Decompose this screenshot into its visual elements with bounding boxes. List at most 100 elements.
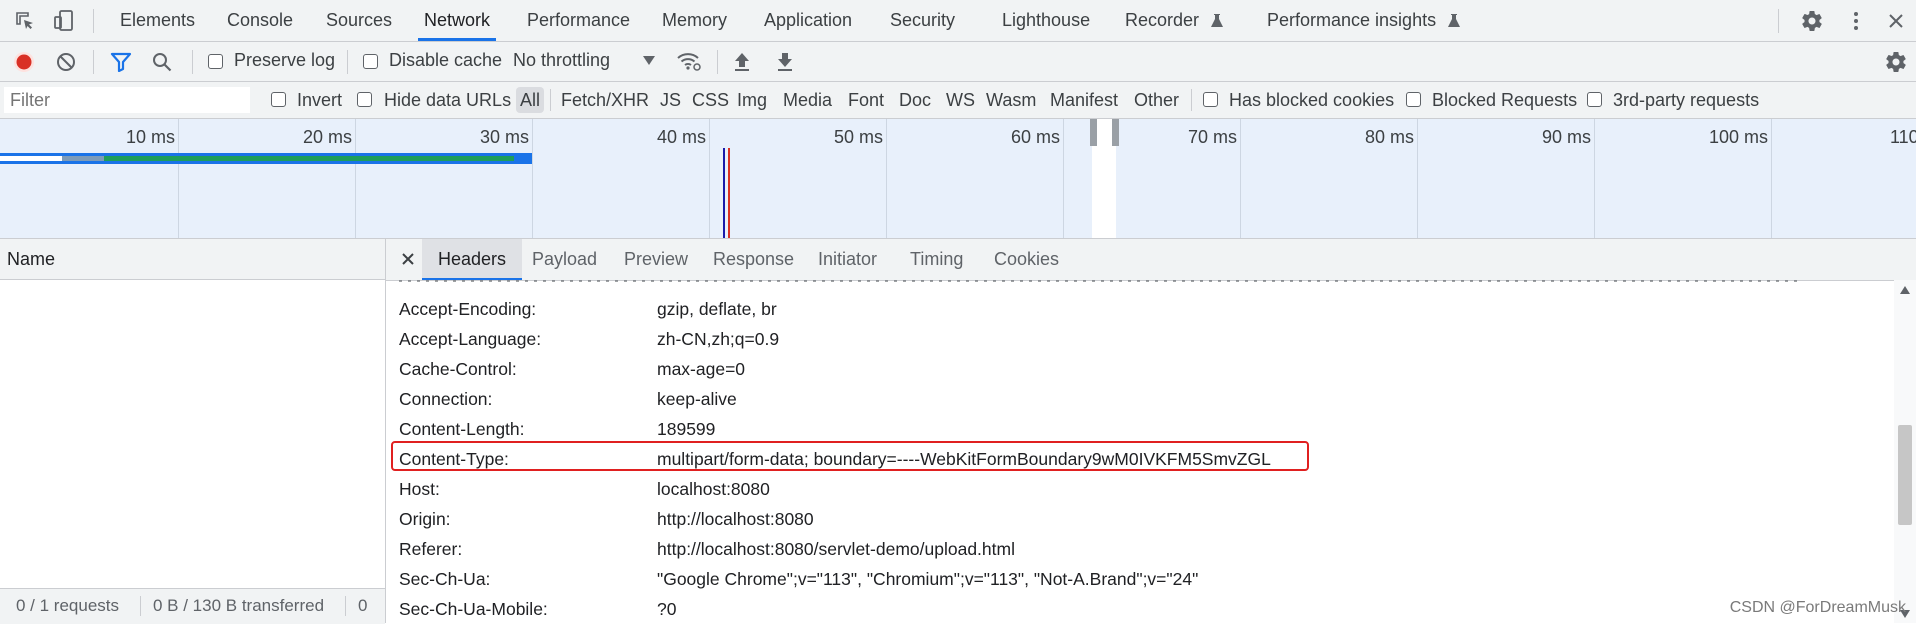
header-name: Sec-Ch-Ua-Mobile: bbox=[399, 599, 548, 619]
import-har-icon[interactable] bbox=[733, 51, 751, 73]
watermark: CSDN @ForDreamMusk bbox=[1729, 599, 1906, 616]
flask-icon bbox=[1210, 13, 1224, 29]
tab-network[interactable]: Network bbox=[417, 0, 497, 41]
tab-memory[interactable]: Memory bbox=[662, 0, 727, 41]
tab-performance[interactable]: Performance bbox=[527, 0, 630, 41]
type-filter-img[interactable]: Img bbox=[737, 82, 767, 118]
more-options-icon[interactable] bbox=[1844, 9, 1868, 33]
request-details-pane: Headers Payload Preview Response Initiat… bbox=[386, 239, 1916, 623]
export-har-icon[interactable] bbox=[776, 51, 794, 73]
tab-recorder-label: Recorder bbox=[1125, 10, 1200, 30]
timeline-tick: 50 ms bbox=[833, 127, 883, 147]
inspect-element-icon[interactable] bbox=[14, 10, 36, 32]
timeline-tick: 110 bbox=[1890, 127, 1916, 147]
tab-elements[interactable]: Elements bbox=[120, 0, 195, 41]
type-filter-other[interactable]: Other bbox=[1134, 82, 1179, 118]
tab-lighthouse[interactable]: Lighthouse bbox=[1002, 0, 1090, 41]
tab-application[interactable]: Application bbox=[764, 0, 852, 41]
tab-payload[interactable]: Payload bbox=[532, 239, 597, 280]
clear-icon[interactable] bbox=[56, 52, 76, 72]
device-toolbar-icon[interactable] bbox=[52, 9, 76, 33]
type-filter-fetch-xhr[interactable]: Fetch/XHR bbox=[561, 82, 649, 118]
scroll-up-arrow-icon[interactable] bbox=[1900, 286, 1910, 294]
invert-checkbox[interactable] bbox=[271, 92, 286, 107]
type-filter-js[interactable]: JS bbox=[660, 82, 681, 118]
type-filter-ws[interactable]: WS bbox=[946, 82, 975, 118]
request-timing-bar-segment bbox=[62, 156, 104, 161]
hide-data-urls-label: Hide data URLs bbox=[384, 90, 512, 110]
tab-console[interactable]: Console bbox=[227, 0, 293, 41]
type-filter-font[interactable]: Font bbox=[848, 82, 884, 118]
request-timing-bar-segment bbox=[0, 156, 62, 161]
header-value: multipart/form-data; boundary=----WebKit… bbox=[657, 449, 1271, 469]
header-value: "Google Chrome";v="113", "Chromium";v="1… bbox=[657, 569, 1199, 589]
header-name: Content-Length: bbox=[399, 419, 525, 439]
type-filter-wasm[interactable]: Wasm bbox=[986, 82, 1036, 118]
status-bar: 0 / 1 requests 0 B / 130 B transferred 0 bbox=[0, 588, 385, 624]
filter-input[interactable] bbox=[4, 87, 250, 113]
header-value: 189599 bbox=[657, 419, 716, 439]
tab-cookies[interactable]: Cookies bbox=[994, 239, 1059, 280]
tab-recorder[interactable]: Recorder bbox=[1125, 0, 1224, 41]
throttling-select[interactable]: No throttling bbox=[513, 50, 610, 71]
details-scrollbar[interactable] bbox=[1894, 280, 1916, 623]
type-filter-manifest[interactable]: Manifest bbox=[1050, 82, 1118, 118]
selection-handle-left[interactable] bbox=[1090, 119, 1097, 146]
header-name: Cache-Control: bbox=[399, 359, 517, 379]
header-value: http://localhost:8080 bbox=[657, 509, 814, 529]
header-name: Accept-Language: bbox=[399, 329, 542, 349]
type-filter-doc[interactable]: Doc bbox=[899, 82, 931, 118]
third-party-requests-label: 3rd-party requests bbox=[1613, 90, 1760, 110]
header-value: localhost:8080 bbox=[657, 479, 770, 499]
transferred-size: 0 B / 130 B transferred bbox=[153, 596, 325, 615]
tab-response[interactable]: Response bbox=[713, 239, 794, 280]
timeline-tick: 100 ms bbox=[1708, 127, 1768, 147]
timeline-tick: 20 ms bbox=[302, 127, 352, 147]
detail-tab-bar: Headers Payload Preview Response Initiat… bbox=[386, 239, 1916, 281]
type-filter-css[interactable]: CSS bbox=[692, 82, 729, 118]
request-list-pane: Name 0 / 1 requests 0 B / 130 B transfer… bbox=[0, 239, 386, 624]
network-settings-gear-icon[interactable] bbox=[1884, 50, 1908, 74]
request-timing-bar-segment bbox=[104, 156, 514, 161]
tab-performance-insights[interactable]: Performance insights bbox=[1267, 0, 1461, 41]
tab-security[interactable]: Security bbox=[890, 0, 955, 41]
record-button[interactable] bbox=[13, 51, 35, 73]
blocked-requests-checkbox[interactable] bbox=[1406, 92, 1421, 107]
hide-data-urls-checkbox[interactable] bbox=[357, 92, 372, 107]
timeline-tick: 70 ms bbox=[1187, 127, 1237, 147]
preserve-log-checkbox[interactable] bbox=[208, 54, 223, 69]
tab-preview[interactable]: Preview bbox=[624, 239, 688, 280]
clipped-header-row bbox=[399, 280, 1879, 284]
tab-sources[interactable]: Sources bbox=[326, 0, 392, 41]
network-overview-timeline[interactable]: 10 ms 20 ms 30 ms 40 ms 50 ms 60 ms 70 m… bbox=[0, 119, 1916, 239]
selection-handle-right[interactable] bbox=[1112, 119, 1119, 146]
header-name: Host: bbox=[399, 479, 440, 499]
scrollbar-thumb[interactable] bbox=[1898, 425, 1912, 525]
settings-gear-icon[interactable] bbox=[1800, 9, 1824, 33]
devtools-tab-bar: Elements Console Sources Network Perform… bbox=[0, 0, 1916, 42]
tab-performance-insights-label: Performance insights bbox=[1267, 10, 1437, 30]
disable-cache-checkbox[interactable] bbox=[363, 54, 378, 69]
timeline-tick: 80 ms bbox=[1364, 127, 1414, 147]
filter-bar: Invert Hide data URLs All Fetch/XHR JS C… bbox=[0, 82, 1916, 119]
tab-headers[interactable]: Headers bbox=[422, 239, 523, 280]
close-devtools-icon[interactable] bbox=[1884, 9, 1908, 33]
search-icon[interactable] bbox=[151, 51, 173, 73]
filter-icon[interactable] bbox=[110, 52, 132, 72]
load-event-marker bbox=[728, 148, 730, 238]
tab-timing[interactable]: Timing bbox=[910, 239, 963, 280]
network-conditions-wifi-icon[interactable] bbox=[676, 50, 702, 72]
third-party-requests-checkbox[interactable] bbox=[1587, 92, 1602, 107]
type-filter-all[interactable]: All bbox=[516, 87, 545, 113]
header-value: gzip, deflate, br bbox=[657, 299, 777, 319]
type-filter-media[interactable]: Media bbox=[783, 82, 832, 118]
tab-initiator[interactable]: Initiator bbox=[818, 239, 877, 280]
flask-icon bbox=[1447, 13, 1461, 29]
resources-size: 0 bbox=[358, 596, 368, 615]
name-column-header[interactable]: Name bbox=[0, 239, 385, 280]
header-value: zh-CN,zh;q=0.9 bbox=[657, 329, 780, 349]
has-blocked-cookies-checkbox[interactable] bbox=[1203, 92, 1218, 107]
close-details-icon[interactable] bbox=[401, 252, 415, 266]
dropdown-arrow-icon[interactable] bbox=[643, 56, 655, 66]
timeline-tick: 90 ms bbox=[1541, 127, 1591, 147]
